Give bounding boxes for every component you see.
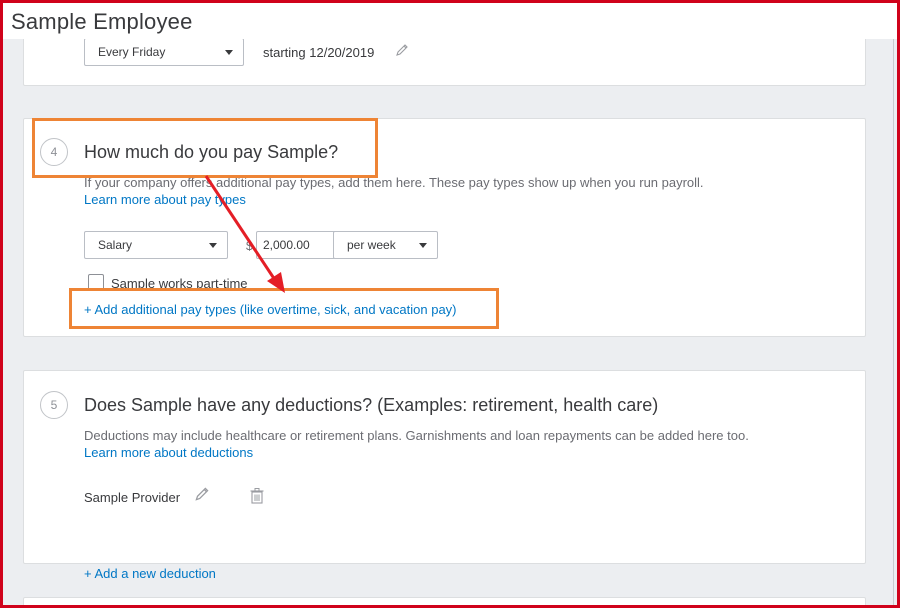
pay-type-select[interactable]: Salary bbox=[84, 231, 228, 259]
deductions-section-title: Does Sample have any deductions? (Exampl… bbox=[84, 395, 659, 415]
pay-type-value: Salary bbox=[98, 238, 133, 252]
trash-icon[interactable] bbox=[249, 487, 265, 505]
add-pay-types-link[interactable]: + Add additional pay types (like overtim… bbox=[84, 302, 457, 317]
pay-period-select[interactable]: per week bbox=[333, 231, 438, 259]
pay-frequency-value: Every Friday bbox=[98, 45, 166, 59]
pencil-icon[interactable] bbox=[394, 42, 410, 58]
part-time-label: Sample works part-time bbox=[111, 276, 248, 291]
pencil-icon[interactable] bbox=[193, 485, 211, 503]
pay-section-description: If your company offers additional pay ty… bbox=[84, 175, 704, 190]
scrollbar-edge bbox=[893, 39, 894, 605]
add-deduction-link[interactable]: + Add a new deduction bbox=[84, 566, 216, 581]
chevron-down-icon bbox=[419, 243, 427, 248]
page-header: Sample Employee bbox=[3, 3, 897, 39]
deductions-description: Deductions may include healthcare or ret… bbox=[84, 428, 749, 443]
step-number-5: 5 bbox=[40, 391, 68, 419]
deduction-provider-name: Sample Provider bbox=[84, 490, 181, 505]
form-content: Every Friday starting 12/20/2019 4 How m… bbox=[3, 39, 897, 605]
learn-more-pay-types-link[interactable]: Learn more about pay types bbox=[84, 192, 246, 207]
pay-schedule-card: Every Friday starting 12/20/2019 bbox=[23, 39, 866, 86]
currency-symbol: $ bbox=[246, 239, 253, 253]
next-section-card bbox=[23, 597, 866, 605]
pay-frequency-select[interactable]: Every Friday bbox=[84, 39, 244, 66]
pay-period-value: per week bbox=[347, 238, 396, 252]
pay-section-title: How much do you pay Sample? bbox=[84, 142, 339, 162]
learn-more-deductions-link[interactable]: Learn more about deductions bbox=[84, 445, 253, 460]
part-time-checkbox[interactable] bbox=[88, 274, 104, 290]
pay-amount-input[interactable]: 2,000.00 bbox=[256, 231, 336, 259]
step-number-4: 4 bbox=[40, 138, 68, 166]
chevron-down-icon bbox=[225, 50, 233, 55]
deductions-card: 5 Does Sample have any deductions? (Exam… bbox=[23, 370, 866, 581]
pay-amount-value: 2,000.00 bbox=[263, 238, 310, 252]
pay-start-date: starting 12/20/2019 bbox=[263, 45, 375, 60]
pay-rate-card: 4 How much do you pay Sample? If your co… bbox=[23, 118, 866, 337]
chevron-down-icon bbox=[209, 243, 217, 248]
page-title: Sample Employee bbox=[11, 9, 193, 34]
